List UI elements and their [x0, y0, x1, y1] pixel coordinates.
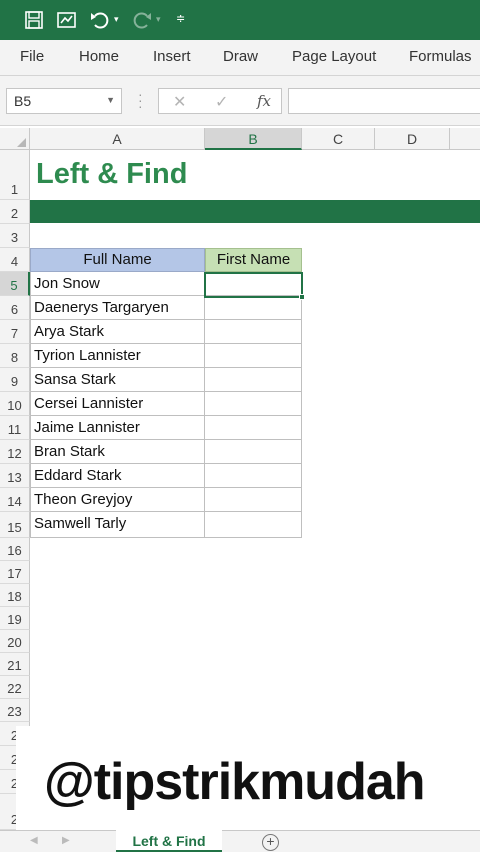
- insert-function-icon[interactable]: fx: [257, 92, 271, 110]
- enter-icon[interactable]: ✓: [215, 92, 228, 112]
- column-header-c[interactable]: C: [302, 128, 375, 150]
- full-name-cell[interactable]: Eddard Stark: [30, 464, 205, 488]
- tab-insert[interactable]: Insert: [153, 48, 191, 65]
- tab-formulas[interactable]: Formulas: [409, 48, 472, 65]
- full-name-cell[interactable]: Tyrion Lannister: [30, 344, 205, 368]
- undo-dropdown-icon[interactable]: ▾: [114, 14, 119, 25]
- watermark-overlay: @tipstrikmudah: [16, 726, 466, 832]
- chevron-down-icon[interactable]: ▼: [106, 95, 115, 105]
- row-header[interactable]: 9: [0, 368, 30, 392]
- row-header[interactable]: 17: [0, 561, 30, 584]
- first-name-cell[interactable]: [205, 464, 302, 488]
- tab-home[interactable]: Home: [79, 48, 119, 65]
- row-header[interactable]: 6: [0, 296, 30, 320]
- row-header[interactable]: 19: [0, 607, 30, 630]
- row-header[interactable]: 15: [0, 512, 30, 538]
- row-header[interactable]: 3: [0, 224, 30, 248]
- title-bar: ▾ ▾ ≑: [0, 0, 480, 40]
- row-header[interactable]: 21: [0, 653, 30, 676]
- row-header[interactable]: 12: [0, 440, 30, 464]
- redo-icon: [130, 8, 154, 32]
- sheet-tab-left-find[interactable]: Left & Find: [116, 830, 222, 852]
- active-cell-selection[interactable]: [204, 272, 305, 300]
- row-header[interactable]: 23: [0, 699, 30, 722]
- formula-bar-grip-icon: · · ·: [138, 86, 143, 114]
- first-name-cell[interactable]: [205, 440, 302, 464]
- first-name-cell[interactable]: [205, 512, 302, 538]
- row-header[interactable]: 8: [0, 344, 30, 368]
- full-name-cell[interactable]: Samwell Tarly: [30, 512, 205, 538]
- save-icon[interactable]: [22, 8, 46, 32]
- sheet-tabs-bar: ◀ ▶ Left & Find +: [0, 830, 480, 852]
- first-name-cell[interactable]: [205, 392, 302, 416]
- undo-icon[interactable]: [88, 8, 112, 32]
- first-name-cell[interactable]: [205, 296, 302, 320]
- row-header[interactable]: 7: [0, 320, 30, 344]
- tab-page-layout[interactable]: Page Layout: [292, 48, 376, 65]
- first-name-cell[interactable]: [205, 344, 302, 368]
- sheet-prev-icon[interactable]: ◀: [30, 835, 38, 846]
- row-header[interactable]: 22: [0, 676, 30, 699]
- green-banner-row[interactable]: [30, 200, 480, 223]
- name-box[interactable]: B5 ▼: [6, 88, 122, 114]
- tab-draw[interactable]: Draw: [223, 48, 258, 65]
- customize-toolbar-icon[interactable]: ≑: [176, 12, 185, 25]
- header-full-name[interactable]: Full Name: [30, 248, 205, 272]
- full-name-cell[interactable]: Jon Snow: [30, 272, 205, 296]
- watermark-text: @tipstrikmudah: [44, 753, 426, 811]
- first-name-cell[interactable]: [205, 416, 302, 440]
- column-headers: A B C D: [0, 128, 480, 150]
- first-name-cell[interactable]: [205, 368, 302, 392]
- name-box-value: B5: [14, 93, 32, 109]
- row-header[interactable]: 10: [0, 392, 30, 416]
- row-header[interactable]: 14: [0, 488, 30, 512]
- sheet-title[interactable]: Left & Find: [36, 158, 187, 191]
- row-header[interactable]: 11: [0, 416, 30, 440]
- full-name-cell[interactable]: Daenerys Targaryen: [30, 296, 205, 320]
- row-header[interactable]: 2: [0, 200, 30, 224]
- full-name-cell[interactable]: Sansa Stark: [30, 368, 205, 392]
- row-header[interactable]: 18: [0, 584, 30, 607]
- full-name-cell[interactable]: Theon Greyjoy: [30, 488, 205, 512]
- column-header-b[interactable]: B: [205, 128, 302, 150]
- add-sheet-icon[interactable]: +: [262, 834, 279, 851]
- formula-bar: B5 ▼ · · · ✕ ✓ fx: [0, 76, 480, 126]
- redo-dropdown-icon: ▾: [156, 14, 161, 24]
- formula-input[interactable]: [288, 88, 480, 114]
- tab-file[interactable]: File: [20, 48, 44, 65]
- row-header-active[interactable]: 5: [0, 272, 30, 296]
- fill-handle[interactable]: [299, 294, 305, 300]
- full-name-cell[interactable]: Jaime Lannister: [30, 416, 205, 440]
- full-name-cell[interactable]: Bran Stark: [30, 440, 205, 464]
- column-header-d[interactable]: D: [375, 128, 450, 150]
- cancel-icon[interactable]: ✕: [173, 92, 186, 112]
- row-header[interactable]: 20: [0, 630, 30, 653]
- row-header[interactable]: 16: [0, 538, 30, 561]
- row-header[interactable]: 13: [0, 464, 30, 488]
- sheet-next-icon[interactable]: ▶: [62, 835, 70, 846]
- formula-bar-buttons: ✕ ✓ fx: [158, 88, 282, 114]
- column-header-a[interactable]: A: [30, 128, 205, 150]
- first-name-cell[interactable]: [205, 488, 302, 512]
- row-header[interactable]: 1: [0, 150, 30, 200]
- touch-mode-icon[interactable]: [55, 8, 79, 32]
- first-name-cell[interactable]: [205, 320, 302, 344]
- full-name-cell[interactable]: Arya Stark: [30, 320, 205, 344]
- header-first-name[interactable]: First Name: [205, 248, 302, 272]
- ribbon-tabs: File Home Insert Draw Page Layout Formul…: [0, 40, 480, 76]
- select-all-button[interactable]: [0, 128, 30, 150]
- full-name-cell[interactable]: Cersei Lannister: [30, 392, 205, 416]
- row-header[interactable]: 4: [0, 248, 30, 272]
